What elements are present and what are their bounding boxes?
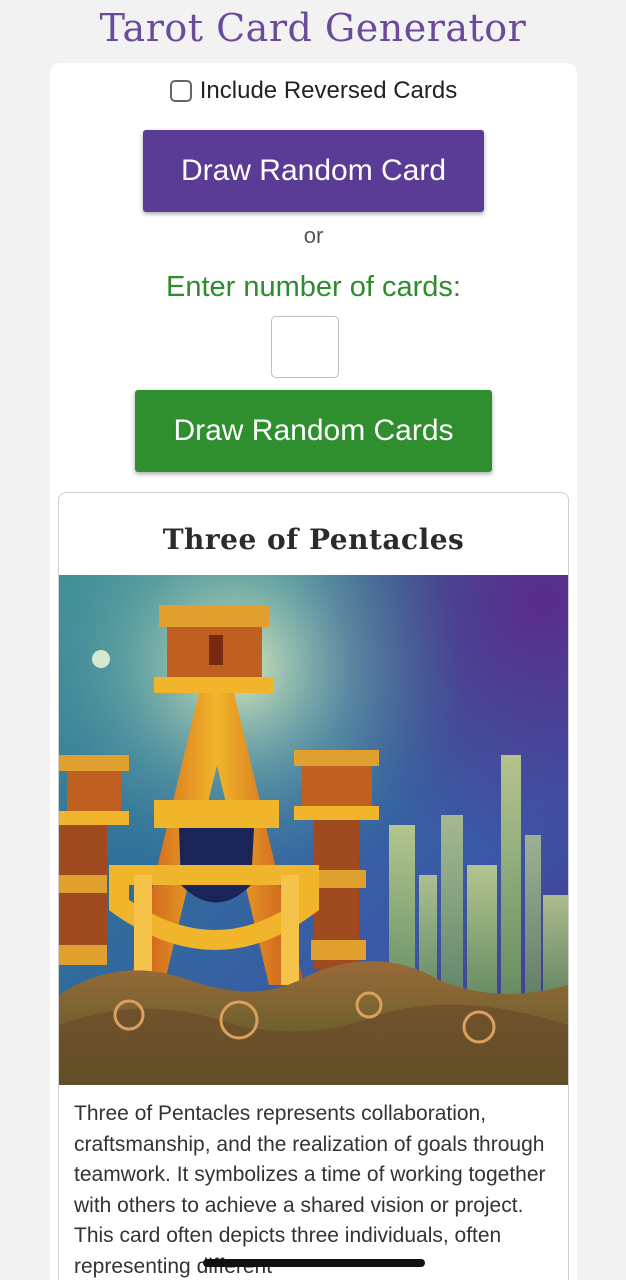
page: Tarot Card Generator Include Reversed Ca… [0,0,626,1280]
draw-random-cards-button[interactable]: Draw Random Cards [135,390,492,472]
generator-panel: Include Reversed Cards Draw Random Card … [50,63,577,1280]
draw-random-card-button[interactable]: Draw Random Card [143,130,484,212]
reversed-toggle[interactable]: Include Reversed Cards [50,75,577,107]
card-illustration [59,575,568,1085]
reversed-label: Include Reversed Cards [199,77,458,104]
card-description: Three of Pentacles represents collaborat… [74,1102,546,1278]
or-separator: or [303,223,324,248]
card-count-input[interactable] [271,316,339,378]
reversed-checkbox[interactable] [169,80,192,102]
card-count-label: Enter number of cards: [166,271,461,303]
card-title: Three of Pentacles [162,523,465,556]
tarot-card: Three of Pentacles Three of Pentacles re… [58,492,569,1280]
page-title: Tarot Card Generator [99,6,527,50]
home-indicator[interactable] [203,1259,425,1267]
